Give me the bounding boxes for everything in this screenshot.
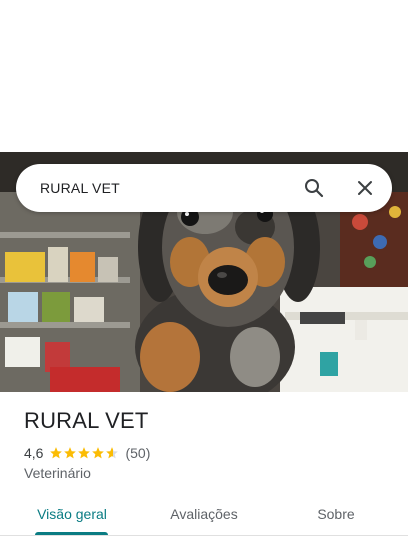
tab-overview[interactable]: Visão geral [24,494,120,534]
review-count[interactable]: (50) [125,445,150,461]
map-area-blank [0,0,408,152]
tab-reviews[interactable]: Avaliações [152,494,256,534]
tab-about[interactable]: Sobre [296,494,376,534]
place-tabs: Visão geral Avaliações Sobre [0,494,408,536]
place-title: RURAL VET [24,408,149,433]
star-half-icon [106,447,119,459]
search-bar[interactable]: RURAL VET [16,164,392,212]
rating-row[interactable]: 4,6 (50) [24,444,150,462]
search-input[interactable]: RURAL VET [40,164,120,212]
star-rating [49,446,119,460]
rating-value: 4,6 [24,445,44,461]
search-icon[interactable] [302,176,326,200]
tabs-divider [0,535,408,536]
star-icon [50,447,63,459]
star-icon [64,447,77,459]
star-icon [92,447,105,459]
place-category: Veterinário [24,465,91,481]
close-icon[interactable] [353,176,377,200]
star-icon [78,447,91,459]
